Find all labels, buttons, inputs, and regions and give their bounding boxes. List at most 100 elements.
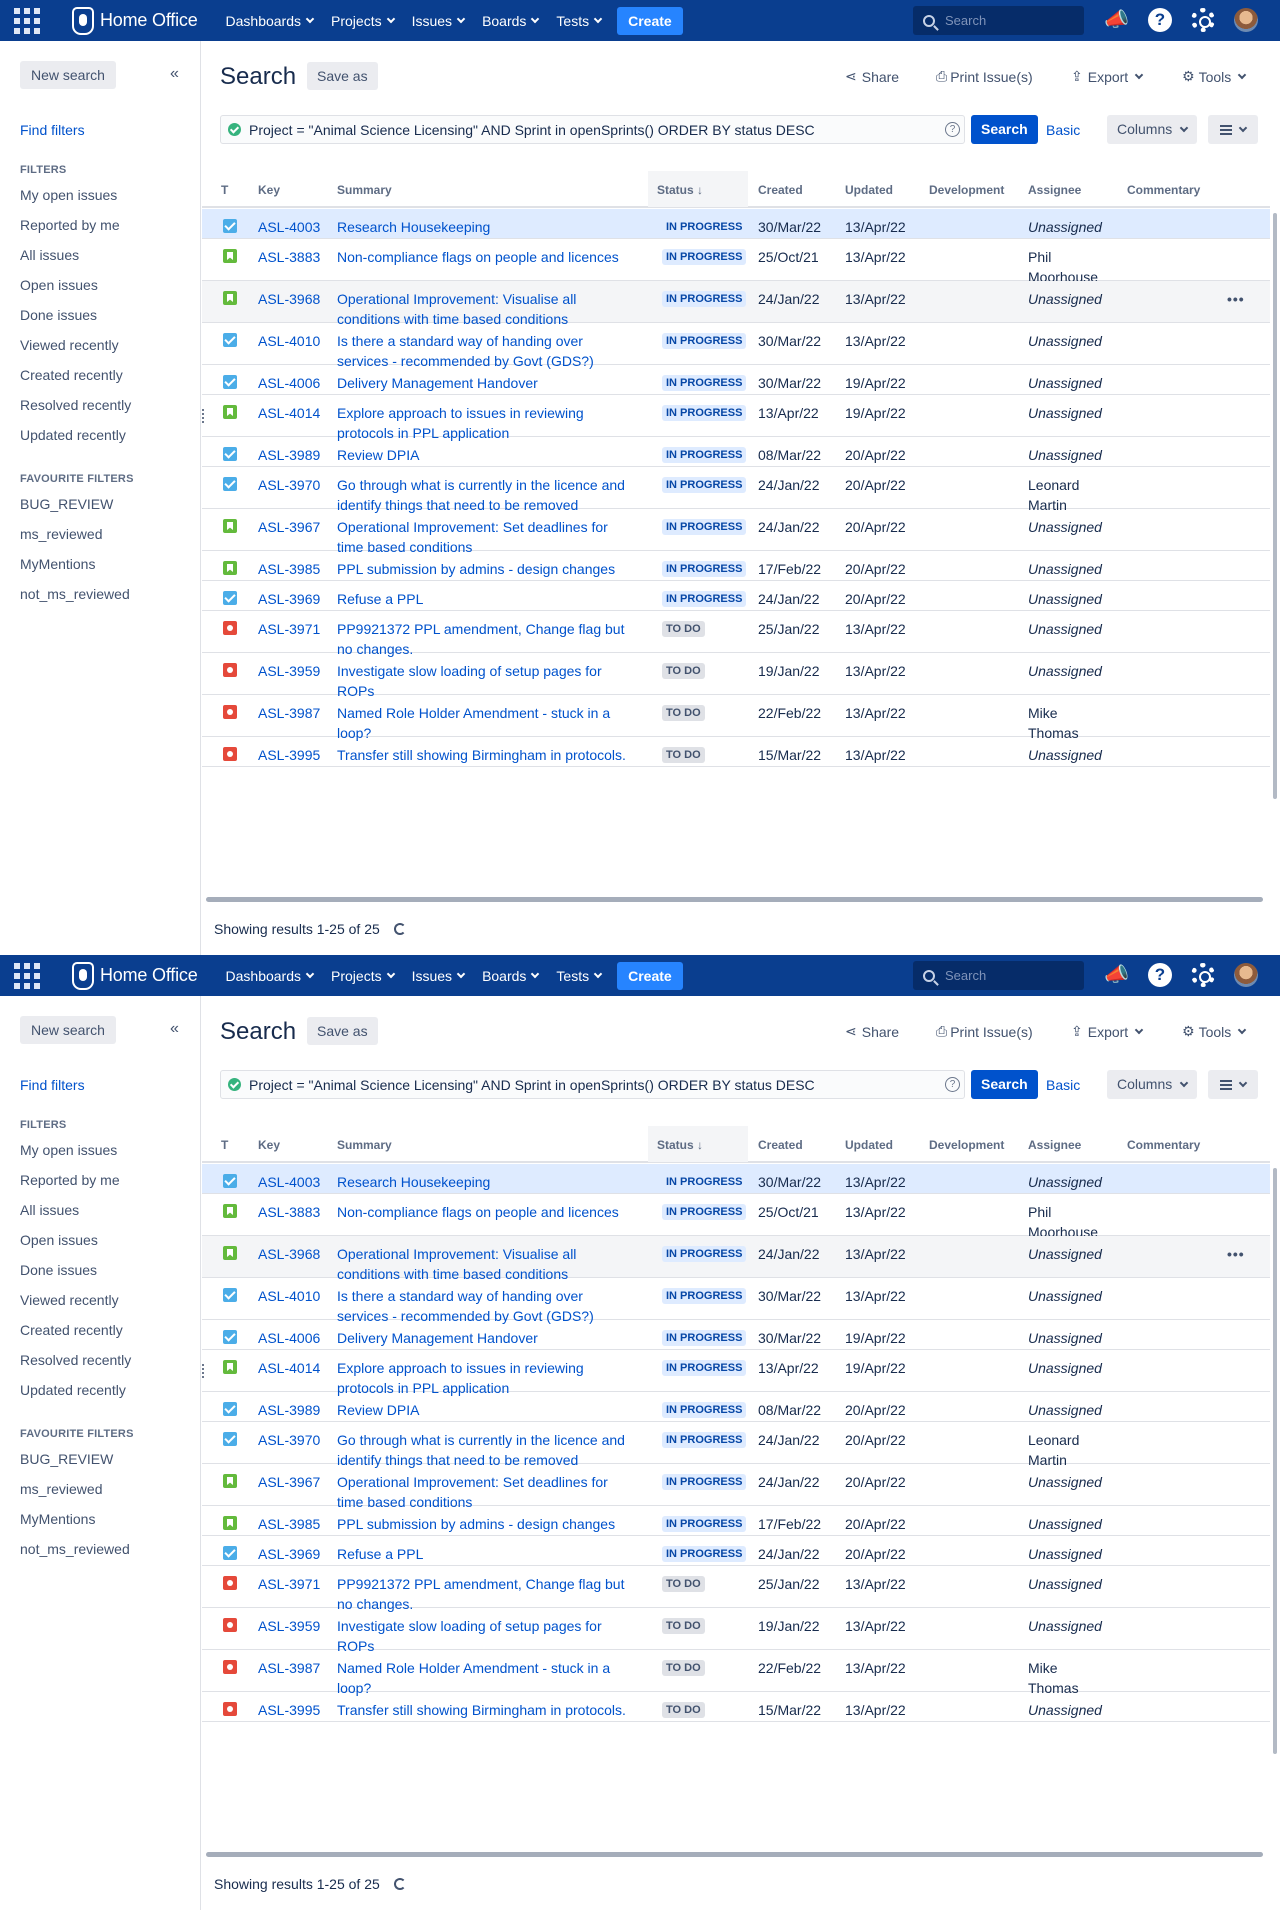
- collapse-sidebar-icon[interactable]: «: [170, 1020, 179, 1038]
- filter-resolved-recently[interactable]: Resolved recently: [20, 397, 131, 413]
- export-button[interactable]: ⇪ Export: [1071, 1023, 1144, 1040]
- syntax-help-icon[interactable]: ?: [945, 122, 960, 137]
- header-status[interactable]: Status ↓: [657, 183, 703, 197]
- export-button[interactable]: ⇪ Export: [1071, 68, 1144, 85]
- help-icon[interactable]: ?: [1148, 8, 1172, 32]
- table-row[interactable]: ASL-3959 Investigate slow loading of setu…: [202, 653, 1270, 699]
- issue-key-link[interactable]: ASL-3969: [258, 1544, 320, 1564]
- refresh-icon[interactable]: [393, 923, 406, 935]
- filter-created-recently[interactable]: Created recently: [20, 367, 123, 383]
- filter-reported-by-me[interactable]: Reported by me: [20, 1172, 120, 1188]
- issue-key-link[interactable]: ASL-3985: [258, 1514, 320, 1534]
- table-row[interactable]: ASL-3968 Operational Improvement: Visuali…: [202, 281, 1270, 327]
- issue-key-link[interactable]: ASL-3968: [258, 289, 320, 309]
- horizontal-scrollbar[interactable]: [206, 897, 1263, 902]
- help-icon[interactable]: ?: [1148, 963, 1172, 987]
- issue-summary-link[interactable]: Refuse a PPL: [337, 589, 647, 609]
- header-updated[interactable]: Updated: [845, 1138, 893, 1152]
- issue-summary-link[interactable]: Review DPIA: [337, 1400, 647, 1420]
- table-row[interactable]: ASL-3967 Operational Improvement: Set dea…: [202, 1464, 1270, 1510]
- table-row[interactable]: ASL-3995 Transfer still showing Birmingha…: [202, 1692, 1270, 1722]
- share-button[interactable]: ⋖ Share: [845, 68, 899, 85]
- syntax-help-icon[interactable]: ?: [945, 1077, 960, 1092]
- nav-issues[interactable]: Issues: [412, 968, 466, 984]
- header-summary[interactable]: Summary: [337, 183, 392, 197]
- row-actions-icon[interactable]: •••: [1227, 289, 1245, 309]
- header-key[interactable]: Key: [258, 1138, 280, 1152]
- basic-mode-link[interactable]: Basic: [1046, 122, 1080, 138]
- app-switcher-icon[interactable]: [14, 962, 40, 989]
- table-row[interactable]: ASL-3883 Non-compliance flags on people a…: [202, 1194, 1270, 1240]
- table-row[interactable]: ASL-3987 Named Role Holder Amendment - st…: [202, 695, 1270, 741]
- nav-dashboards[interactable]: Dashboards: [226, 968, 315, 984]
- issue-key-link[interactable]: ASL-4003: [258, 217, 320, 237]
- issue-key-link[interactable]: ASL-3987: [258, 703, 320, 723]
- vertical-scrollbar[interactable]: [1273, 1168, 1277, 1754]
- columns-button[interactable]: Columns: [1107, 115, 1198, 144]
- columns-button[interactable]: Columns: [1107, 1070, 1198, 1099]
- tools-button[interactable]: ⚙ Tools: [1182, 1023, 1247, 1040]
- nav-boards[interactable]: Boards: [482, 13, 540, 29]
- issue-key-link[interactable]: ASL-3971: [258, 1574, 320, 1594]
- filter-reported-by-me[interactable]: Reported by me: [20, 217, 120, 233]
- issue-summary-link[interactable]: PPL submission by admins - design change…: [337, 559, 647, 579]
- filter-all-issues[interactable]: All issues: [20, 247, 79, 263]
- nav-projects[interactable]: Projects: [331, 968, 395, 984]
- issue-summary-link[interactable]: Transfer still showing Birmingham in pro…: [337, 745, 647, 765]
- nav-dashboards[interactable]: Dashboards: [226, 13, 315, 29]
- save-as-button[interactable]: Save as: [307, 1017, 378, 1045]
- issue-key-link[interactable]: ASL-3971: [258, 619, 320, 639]
- filter-created-recently[interactable]: Created recently: [20, 1322, 123, 1338]
- issue-summary-link[interactable]: PPL submission by admins - design change…: [337, 1514, 647, 1534]
- share-button[interactable]: ⋖ Share: [845, 1023, 899, 1040]
- issue-key-link[interactable]: ASL-3883: [258, 1202, 320, 1222]
- app-switcher-icon[interactable]: [14, 7, 40, 34]
- table-row[interactable]: ASL-3971 PP9921372 PPL amendment, Change …: [202, 611, 1270, 657]
- find-filters-link[interactable]: Find filters: [20, 1077, 85, 1093]
- new-search-button[interactable]: New search: [20, 1016, 116, 1044]
- issue-key-link[interactable]: ASL-4014: [258, 403, 320, 423]
- issue-key-link[interactable]: ASL-3970: [258, 1430, 320, 1450]
- table-row[interactable]: ASL-3989 Review DPIA IN PROGRESS 08/Mar/22 2…: [202, 1392, 1270, 1422]
- header-type[interactable]: T: [221, 1138, 228, 1152]
- issue-key-link[interactable]: ASL-3967: [258, 517, 320, 537]
- filter-viewed-recently[interactable]: Viewed recently: [20, 1292, 119, 1308]
- jql-query-input[interactable]: Project = "Animal Science Licensing" AND…: [220, 1070, 965, 1099]
- header-commentary[interactable]: Commentary: [1127, 1138, 1200, 1152]
- table-row[interactable]: ASL-4006 Delivery Management Handover IN P…: [202, 1320, 1270, 1350]
- favourite-bug-review[interactable]: BUG_REVIEW: [20, 1451, 113, 1467]
- nav-projects[interactable]: Projects: [331, 13, 395, 29]
- avatar[interactable]: [1234, 963, 1258, 987]
- issue-summary-link[interactable]: Delivery Management Handover: [337, 373, 647, 393]
- table-row[interactable]: ASL-4010 Is there a standard way of handi…: [202, 323, 1270, 369]
- collapse-sidebar-icon[interactable]: «: [170, 65, 179, 83]
- issue-key-link[interactable]: ASL-4014: [258, 1358, 320, 1378]
- header-updated[interactable]: Updated: [845, 183, 893, 197]
- global-search-input[interactable]: Search: [913, 961, 1084, 990]
- table-row[interactable]: ASL-4010 Is there a standard way of handi…: [202, 1278, 1270, 1324]
- issue-key-link[interactable]: ASL-3985: [258, 559, 320, 579]
- issue-key-link[interactable]: ASL-3959: [258, 661, 320, 681]
- create-button[interactable]: Create: [617, 961, 683, 990]
- notifications-icon[interactable]: 📣: [1104, 963, 1129, 987]
- issue-key-link[interactable]: ASL-3995: [258, 1700, 320, 1720]
- filter-open-issues[interactable]: Open issues: [20, 277, 98, 293]
- find-filters-link[interactable]: Find filters: [20, 122, 85, 138]
- header-development[interactable]: Development: [929, 1138, 1004, 1152]
- nav-boards[interactable]: Boards: [482, 968, 540, 984]
- issue-key-link[interactable]: ASL-4003: [258, 1172, 320, 1192]
- header-type[interactable]: T: [221, 183, 228, 197]
- issue-summary-link[interactable]: Research Housekeeping: [337, 217, 647, 237]
- print-button[interactable]: ⎙ Print Issue(s): [936, 1023, 1033, 1040]
- table-row[interactable]: ASL-3969 Refuse a PPL IN PROGRESS 24/Jan/22…: [202, 581, 1270, 611]
- refresh-icon[interactable]: [393, 1878, 406, 1890]
- favourite-mymentions[interactable]: MyMentions: [20, 1511, 95, 1527]
- issue-key-link[interactable]: ASL-3969: [258, 589, 320, 609]
- issue-summary-link[interactable]: Delivery Management Handover: [337, 1328, 647, 1348]
- issue-key-link[interactable]: ASL-3995: [258, 745, 320, 765]
- table-row[interactable]: ASL-4003 Research Housekeeping IN PROGRESS…: [202, 1164, 1270, 1194]
- favourite-not-ms-reviewed[interactable]: not_ms_reviewed: [20, 586, 130, 602]
- issue-summary-link[interactable]: Refuse a PPL: [337, 1544, 647, 1564]
- table-row[interactable]: ASL-4014 Explore approach to issues in re…: [202, 1350, 1270, 1396]
- table-row[interactable]: ASL-3969 Refuse a PPL IN PROGRESS 24/Jan/22…: [202, 1536, 1270, 1566]
